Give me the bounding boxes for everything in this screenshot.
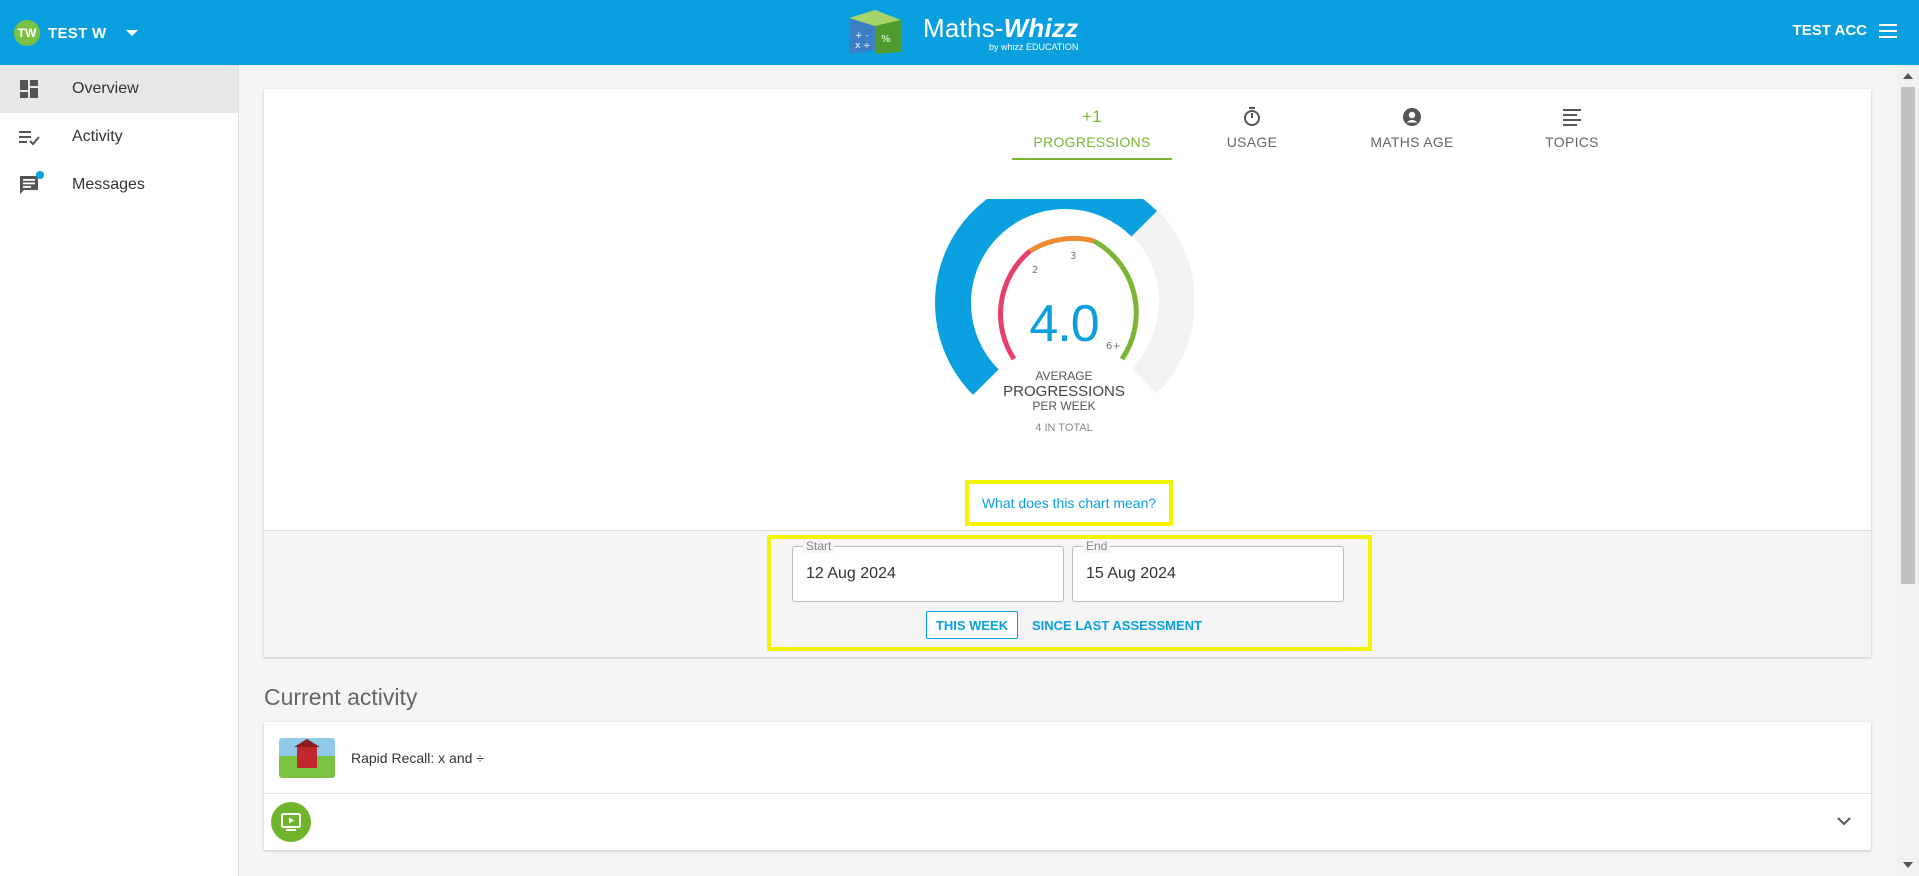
gauge-tick-3: 3 xyxy=(1070,251,1076,262)
tab-label: PROGRESSIONS xyxy=(1033,134,1151,150)
chart-help-link[interactable]: What does this chart mean? xyxy=(982,495,1156,511)
person-icon xyxy=(1403,108,1421,126)
gauge-caption-line1: AVERAGE xyxy=(1035,369,1093,383)
dashboard-icon xyxy=(20,80,38,98)
user-name: TEST W xyxy=(48,24,107,42)
logo-cube-icon: + - x ÷ % xyxy=(849,10,901,54)
gauge-fill xyxy=(935,173,1157,395)
tab-topics[interactable]: TOPICS xyxy=(1492,101,1652,160)
progression-gauge: 2 3 6+ 4.0 AVERAGE PROGRESSIONS PER WEEK… xyxy=(934,171,1195,434)
current-activity-heading: Current activity xyxy=(264,684,418,710)
tab-maths-age[interactable]: MATHS AGE xyxy=(1332,101,1492,160)
avatar: TW xyxy=(14,20,40,46)
sidebar-item-label: Activity xyxy=(72,128,123,145)
gauge-value: 4.0 xyxy=(1029,295,1099,353)
sidebar-item-messages[interactable]: Messages xyxy=(0,161,238,209)
end-date-label: End xyxy=(1083,539,1111,553)
play-lesson-button[interactable] xyxy=(271,802,311,842)
list-icon xyxy=(1563,109,1581,126)
scroll-thumb[interactable] xyxy=(1901,87,1915,584)
sidebar: Overview Activity Messages xyxy=(0,65,239,876)
scroll-up-icon[interactable] xyxy=(1903,73,1913,79)
activity-actions-row xyxy=(264,794,1871,850)
this-week-button[interactable]: THIS WEEK xyxy=(926,611,1018,639)
svg-text:x ÷: x ÷ xyxy=(855,41,871,51)
chevron-down-icon[interactable] xyxy=(1837,816,1851,826)
svg-text:%: % xyxy=(881,34,891,45)
gauge-caption-line3: PER WEEK xyxy=(1032,399,1096,413)
list-item[interactable]: Rapid Recall: x and ÷ xyxy=(264,722,1871,794)
help-link-box: What does this chart mean? xyxy=(965,480,1173,526)
logo-subtitle: by whizz EDUCATION xyxy=(988,41,1079,52)
menu-icon[interactable] xyxy=(1879,23,1897,38)
sidebar-item-label: Overview xyxy=(72,80,139,97)
chevron-down-icon xyxy=(126,30,139,36)
checklist-icon xyxy=(19,131,40,146)
activity-title: Rapid Recall: x and ÷ xyxy=(351,749,484,766)
tab-label: TOPICS xyxy=(1545,134,1599,150)
account-menu[interactable]: TEST ACC xyxy=(1793,22,1897,39)
start-date-value: 12 Aug 2024 xyxy=(806,565,896,582)
sidebar-item-activity[interactable]: Activity xyxy=(0,113,238,161)
unread-badge xyxy=(36,171,44,179)
logo-title: Maths-Whizz xyxy=(923,12,1079,43)
end-date-field[interactable]: End 15 Aug 2024 xyxy=(1072,539,1344,602)
account-name: TEST ACC xyxy=(1792,22,1867,39)
since-last-assessment-button[interactable]: SINCE LAST ASSESSMENT xyxy=(1032,611,1202,639)
sidebar-item-label: Messages xyxy=(72,176,145,193)
tab-label: USAGE xyxy=(1226,134,1278,150)
gauge-total: 4 IN TOTAL xyxy=(1035,422,1093,434)
maths-whizz-logo: + - x ÷ % Maths-Whizz by whizz EDUCATION xyxy=(845,8,1078,56)
vertical-scrollbar[interactable] xyxy=(1897,65,1919,876)
gauge-scale-mid xyxy=(1028,235,1095,254)
metric-tabs: +1 PROGRESSIONS USAGE MATHS AGE TOPICS xyxy=(1012,101,1652,160)
top-app-bar: TW TEST W + - x ÷ % Maths-Whizz by whizz… xyxy=(0,0,1919,65)
tab-usage[interactable]: USAGE xyxy=(1172,101,1332,160)
play-screen-icon xyxy=(281,813,301,831)
start-date-field[interactable]: Start 12 Aug 2024 xyxy=(792,539,1064,602)
tab-progressions[interactable]: +1 PROGRESSIONS xyxy=(1012,101,1172,160)
tab-label: MATHS AGE xyxy=(1370,134,1454,150)
user-menu[interactable]: TW TEST W xyxy=(14,20,139,46)
sidebar-item-overview[interactable]: Overview xyxy=(0,65,238,113)
gauge-caption-line2: PROGRESSIONS xyxy=(1003,383,1125,400)
progression-delta: +1 xyxy=(1082,107,1102,126)
end-date-value: 15 Aug 2024 xyxy=(1086,565,1176,582)
timer-icon xyxy=(1244,107,1260,126)
activity-thumbnail xyxy=(279,737,335,778)
scroll-down-icon[interactable] xyxy=(1903,862,1913,868)
start-date-label: Start xyxy=(803,539,835,553)
svg-text:+ -: + - xyxy=(855,31,869,41)
gauge-tick-2: 2 xyxy=(1032,265,1038,276)
current-activity-card: Rapid Recall: x and ÷ xyxy=(264,722,1871,850)
